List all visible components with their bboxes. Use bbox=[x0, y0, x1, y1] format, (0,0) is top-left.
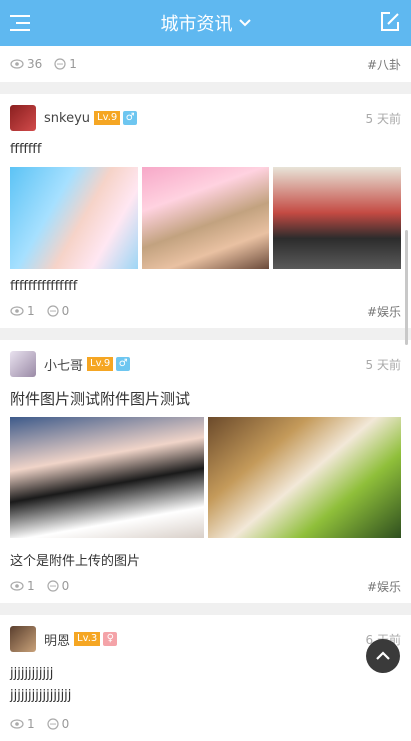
post-tag[interactable]: #娱乐 bbox=[367, 303, 401, 320]
chevron-down-icon bbox=[238, 19, 251, 27]
post-card[interactable]: 36 1 #八卦 bbox=[0, 46, 411, 82]
post-image[interactable] bbox=[273, 167, 402, 269]
post-image[interactable] bbox=[10, 167, 138, 269]
username[interactable]: 小七哥 bbox=[44, 355, 83, 374]
post-header: 明恩 Lv.3 ♀ 6 天前 bbox=[0, 615, 411, 663]
comment-icon bbox=[47, 580, 59, 592]
comments-stat: 0 bbox=[47, 579, 70, 593]
comments-count: 0 bbox=[61, 717, 70, 731]
comment-icon bbox=[47, 305, 59, 317]
feed: 36 1 #八卦 snkeyu Lv.9 ♂ 5 天前 fffffff ffff… bbox=[0, 46, 411, 741]
eye-icon bbox=[10, 581, 24, 591]
app-header: 城市资讯 bbox=[0, 0, 411, 46]
views-count: 36 bbox=[27, 57, 43, 71]
scrollbar[interactable] bbox=[405, 230, 408, 345]
post-stats: 36 1 #八卦 bbox=[0, 46, 411, 82]
post-images bbox=[0, 417, 411, 538]
city-selector[interactable]: 城市资讯 bbox=[161, 10, 251, 36]
comments-stat: 0 bbox=[47, 717, 70, 731]
views-stat: 1 bbox=[10, 304, 35, 318]
level-badge: Lv.9 bbox=[87, 357, 114, 371]
comments-count: 0 bbox=[61, 304, 70, 318]
post-time: 5 天前 bbox=[365, 111, 401, 126]
comments-stat: 0 bbox=[47, 304, 70, 318]
avatar[interactable] bbox=[10, 626, 36, 652]
post-image[interactable] bbox=[141, 167, 270, 269]
post-image[interactable] bbox=[207, 417, 401, 538]
level-badge: Lv.9 bbox=[94, 111, 121, 125]
menu-icon[interactable] bbox=[10, 13, 30, 33]
chevron-up-icon bbox=[376, 651, 390, 660]
post-time: 5 天前 bbox=[365, 357, 401, 372]
eye-icon bbox=[10, 306, 24, 316]
post-text: 附件图片测试附件图片测试 bbox=[10, 390, 191, 408]
post-tag[interactable]: #八卦 bbox=[367, 56, 401, 73]
comments-count: 0 bbox=[61, 579, 70, 593]
views-count: 1 bbox=[27, 304, 35, 318]
post-stats: 1 0 #娱乐 bbox=[0, 294, 411, 328]
female-icon: ♀ bbox=[103, 632, 118, 646]
male-icon: ♂ bbox=[116, 357, 131, 371]
post-header: snkeyu Lv.9 ♂ 5 天前 bbox=[0, 94, 411, 142]
avatar[interactable] bbox=[10, 351, 36, 377]
post-text-line: jjjjjjjjjjjjjjjjj bbox=[10, 688, 72, 703]
post-caption: fffffffffffffff bbox=[10, 279, 78, 294]
views-stat: 1 bbox=[10, 717, 35, 731]
eye-icon bbox=[10, 719, 24, 729]
views-count: 1 bbox=[27, 717, 35, 731]
post-tag[interactable]: #娱乐 bbox=[367, 578, 401, 595]
comment-icon bbox=[54, 58, 66, 70]
page-title: 城市资讯 bbox=[160, 14, 233, 35]
post-card[interactable]: snkeyu Lv.9 ♂ 5 天前 fffffff fffffffffffff… bbox=[0, 94, 411, 328]
avatar[interactable] bbox=[10, 105, 36, 131]
views-stat: 36 bbox=[10, 57, 42, 71]
post-text: fffffff bbox=[10, 142, 42, 157]
post-header: 小七哥 Lv.9 ♂ 5 天前 bbox=[0, 340, 411, 388]
username[interactable]: 明恩 bbox=[44, 630, 70, 649]
level-badge: Lv.3 bbox=[74, 632, 101, 646]
back-to-top-button[interactable] bbox=[366, 639, 400, 673]
views-stat: 1 bbox=[10, 579, 35, 593]
username[interactable]: snkeyu bbox=[44, 111, 90, 126]
post-images bbox=[0, 167, 411, 269]
male-icon: ♂ bbox=[123, 111, 138, 125]
divider bbox=[0, 328, 411, 340]
eye-icon bbox=[10, 59, 24, 69]
post-stats: 1 0 #娱乐 bbox=[0, 569, 411, 603]
post-card[interactable]: 明恩 Lv.3 ♀ 6 天前 jjjjjjjjjjjj jjjjjjjjjjjj… bbox=[0, 615, 411, 741]
comments-stat: 1 bbox=[54, 57, 77, 71]
divider bbox=[0, 603, 411, 615]
comment-icon bbox=[47, 718, 59, 730]
edit-icon[interactable] bbox=[379, 11, 401, 33]
post-stats: 1 0 bbox=[0, 707, 411, 741]
divider bbox=[0, 82, 411, 94]
comments-count: 1 bbox=[69, 57, 77, 71]
post-image[interactable] bbox=[10, 417, 204, 538]
views-count: 1 bbox=[27, 579, 35, 593]
post-card[interactable]: 小七哥 Lv.9 ♂ 5 天前 附件图片测试附件图片测试 这个是附件上传的图片 … bbox=[0, 340, 411, 603]
post-text-line: jjjjjjjjjjjj bbox=[10, 666, 54, 681]
post-caption: 这个是附件上传的图片 bbox=[10, 554, 141, 569]
